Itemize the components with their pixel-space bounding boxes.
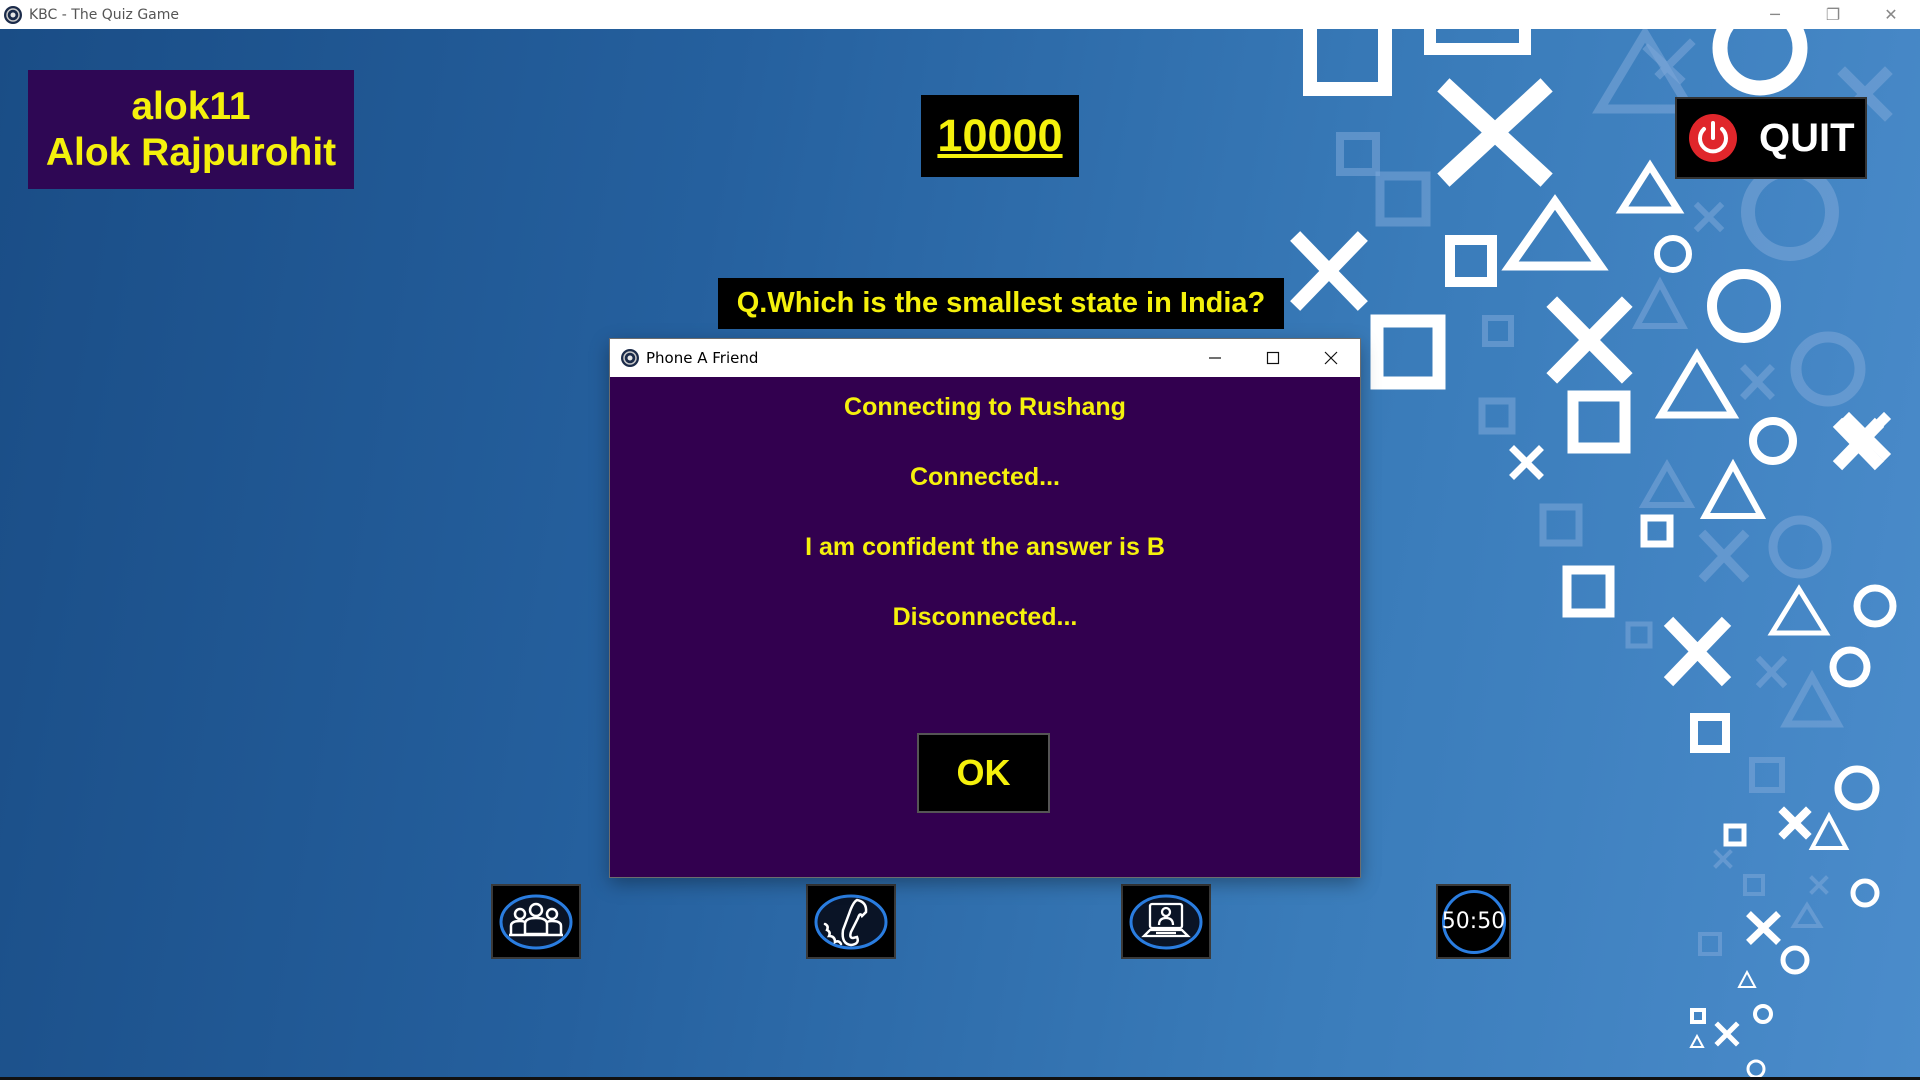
dialog-line-answer: I am confident the answer is B	[805, 533, 1165, 561]
dialog-body: Connecting to Rushang Connected... I am …	[610, 377, 1360, 877]
dialog-line-disconnected: Disconnected...	[892, 603, 1078, 631]
dialog-titlebar: Phone A Friend	[610, 339, 1360, 377]
player-full-name: Alok Rajpurohit	[45, 130, 337, 174]
close-icon	[1324, 351, 1338, 365]
dialog-line-connecting: Connecting to Rushang	[844, 393, 1126, 421]
dialog-line-connected: Connected...	[909, 463, 1060, 491]
dialog-minimize-button[interactable]	[1186, 339, 1244, 377]
ok-button[interactable]: OK	[917, 733, 1050, 813]
window-title: KBC - The Quiz Game	[29, 6, 180, 23]
minimize-icon	[1209, 357, 1221, 359]
dialog-close-button[interactable]	[1302, 339, 1360, 377]
expert-laptop-icon	[1129, 894, 1203, 949]
prize-amount: 10000	[921, 95, 1079, 177]
phone-a-friend-lifeline-button[interactable]	[806, 884, 896, 959]
fifty-fifty-lifeline-button[interactable]: 50:50	[1436, 884, 1511, 959]
audience-poll-lifeline-button[interactable]	[491, 884, 581, 959]
dialog-title: Phone A Friend	[646, 349, 759, 367]
dialog-maximize-button[interactable]	[1244, 339, 1302, 377]
player-info-panel: alok11 Alok Rajpurohit	[28, 70, 354, 189]
power-icon	[1689, 114, 1737, 162]
quit-button[interactable]: QUIT	[1675, 97, 1867, 179]
maximize-icon	[1266, 351, 1280, 365]
app-logo-icon	[4, 5, 22, 24]
player-username: alok11	[131, 84, 251, 128]
quit-label: QUIT	[1759, 115, 1855, 160]
phone-a-friend-dialog: Phone A Friend Connecting to Rushang Con…	[610, 339, 1360, 877]
close-button[interactable]: ✕	[1862, 0, 1920, 29]
app-logo-icon	[621, 349, 639, 367]
restore-button[interactable]: ❐	[1804, 0, 1862, 29]
question-text: Q.Which is the smallest state in India?	[718, 278, 1284, 329]
audience-icon	[499, 894, 573, 949]
minimize-button[interactable]: ─	[1746, 0, 1804, 29]
fifty-fifty-label: 50:50	[1441, 889, 1506, 954]
phone-icon	[814, 894, 888, 949]
ask-the-expert-lifeline-button[interactable]	[1121, 884, 1211, 959]
window-titlebar: KBC - The Quiz Game ─ ❐ ✕	[0, 0, 1920, 29]
